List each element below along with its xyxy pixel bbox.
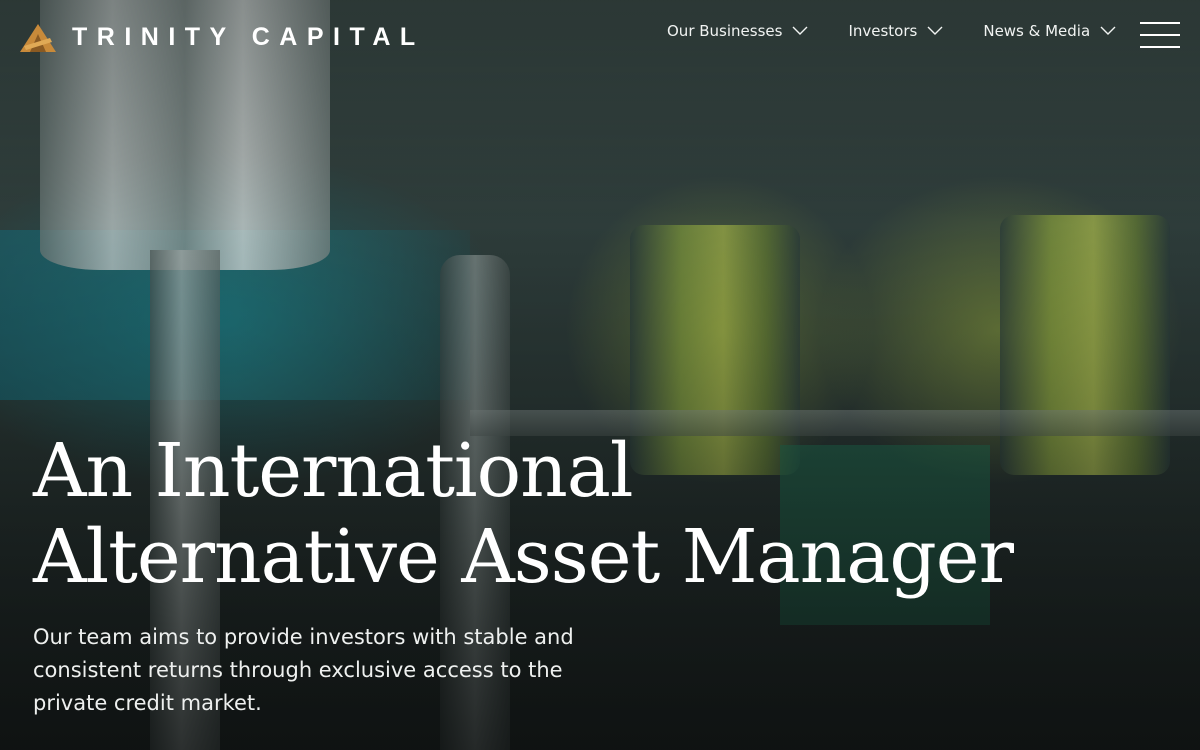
- nav-item-news-media[interactable]: News & Media: [983, 22, 1116, 40]
- hamburger-menu-icon[interactable]: [1140, 22, 1180, 48]
- hero-title-line: An International: [33, 428, 634, 514]
- logo-text: TRINITY CAPITAL: [72, 23, 425, 51]
- hero-section: TRINITY CAPITAL Our Businesses Investors…: [0, 0, 1200, 750]
- hero-subtitle: Our team aims to provide investors with …: [33, 625, 574, 715]
- hero-title: An International Alternative Asset Manag…: [33, 428, 1133, 600]
- nav-item-label: Our Businesses: [667, 22, 783, 40]
- nav-item-our-businesses[interactable]: Our Businesses: [667, 22, 808, 40]
- site-header: TRINITY CAPITAL Our Businesses Investors…: [0, 0, 1200, 75]
- chevron-down-icon: [792, 26, 808, 35]
- main-nav: Our Businesses Investors News & Media: [667, 22, 1116, 40]
- hero-title-line: Alternative Asset Manager: [33, 514, 1014, 600]
- triangle-logo-icon: [20, 23, 56, 52]
- nav-item-label: News & Media: [983, 22, 1091, 40]
- nav-item-investors[interactable]: Investors: [848, 22, 943, 40]
- site-logo[interactable]: TRINITY CAPITAL: [20, 23, 425, 52]
- nav-item-label: Investors: [848, 22, 918, 40]
- chevron-down-icon: [1100, 26, 1116, 35]
- chevron-down-icon: [927, 26, 943, 35]
